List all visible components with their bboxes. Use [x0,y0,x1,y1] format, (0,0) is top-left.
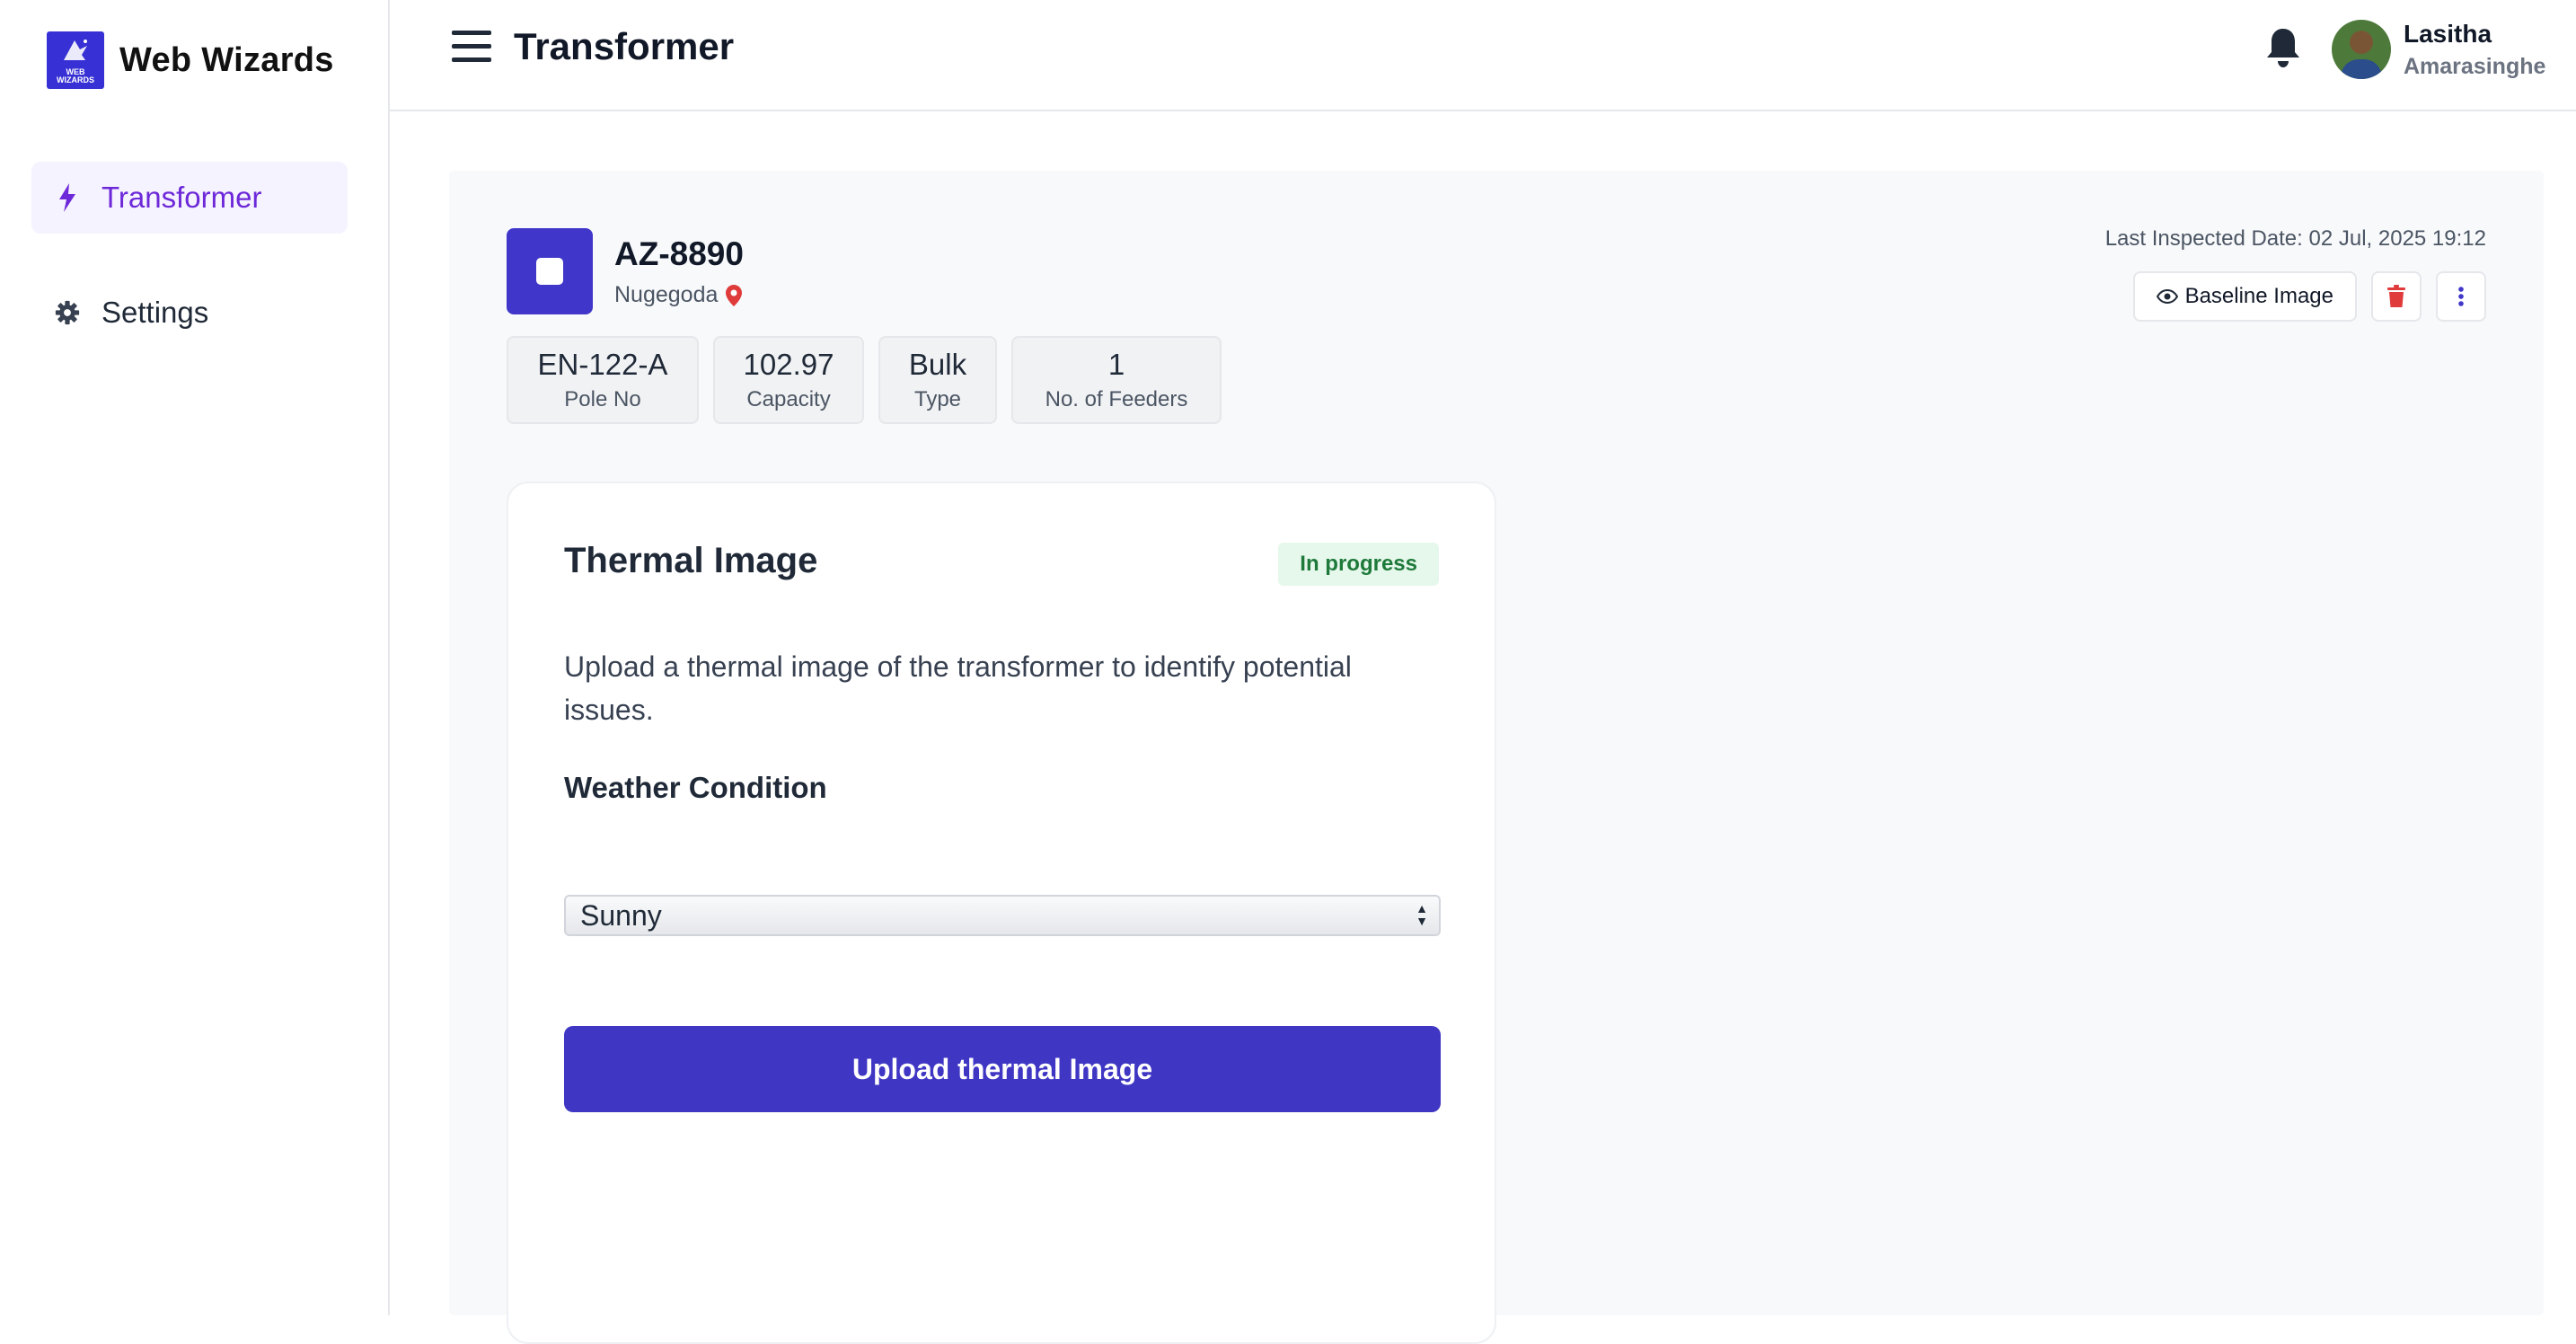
location-text: Nugegoda [614,282,719,307]
upload-thermal-image-button[interactable]: Upload thermal Image [564,1026,1441,1112]
delete-button[interactable] [2371,271,2422,322]
page-title: Transformer [514,25,735,67]
transformer-id: AZ-8890 [614,235,744,272]
stat-label: No. of Feeders [1045,387,1188,411]
map-pin-icon [726,284,743,306]
baseline-image-button[interactable]: Baseline Image [2132,271,2357,322]
stat-value: Bulk [908,348,967,381]
menu-icon[interactable] [452,31,491,66]
last-inspected-date: Last Inspected Date: 02 Jul, 2025 19:12 [2104,226,2486,251]
sidebar-item-transformer[interactable]: Transformer [31,162,348,234]
brand[interactable]: WEB WIZARDS Web Wizards [47,31,334,89]
sidebar: WEB WIZARDS Web Wizards Transformer Sett… [0,0,390,1315]
trash-icon [2387,285,2405,307]
selected-weather: Sunny [580,898,662,932]
weather-condition-label: Weather Condition [564,771,827,804]
sidebar-item-label: Settings [101,296,209,329]
eye-icon [2156,289,2178,304]
weather-condition-select[interactable]: Sunny ▲ ▼ [564,895,1441,936]
stat-label: Capacity [746,387,831,411]
stat-label: Pole No [564,387,641,411]
sidebar-item-settings[interactable]: Settings [31,277,348,349]
card-title: Thermal Image [564,541,818,580]
sidebar-item-label: Transformer [101,181,262,214]
transformer-location: Nugegoda [614,282,743,308]
kebab-menu-icon [2458,287,2464,306]
stat-pole-no: EN-122-A Pole No [507,336,699,424]
stat-label: Type [913,387,962,411]
stat-value: 102.97 [743,348,834,381]
card-description: Upload a thermal image of the transforme… [564,650,1352,726]
transformer-stats: EN-122-A Pole No 102.97 Capacity Bulk Ty… [507,336,1222,424]
stat-feeders: 1 No. of Feeders [1011,336,1222,424]
transformer-actions: Baseline Image [2132,271,2486,322]
select-arrows-icon: ▲ ▼ [1416,901,1428,928]
gear-icon [55,297,80,328]
bolt-icon [55,182,80,213]
brand-logo-text: WEB WIZARDS [57,67,94,84]
top-header: Transformer Lasitha Amarasinghe [390,0,2576,111]
brand-name: Web Wizards [119,40,334,79]
bell-icon[interactable] [2265,27,2301,73]
stat-capacity: 102.97 Capacity [713,336,864,424]
main-content: AZ-8890 Nugegoda EN-122-A Pole No 102.97… [449,171,2544,1344]
thermal-image-card: Thermal Image In progress Upload a therm… [507,482,1496,1344]
more-options-button[interactable] [2436,271,2486,322]
wizard-icon [64,40,87,60]
status-badge: In progress [1278,543,1439,586]
stat-type: Bulk Type [878,336,997,424]
avatar[interactable] [2332,20,2391,79]
stat-value: 1 [1107,348,1125,381]
transformer-icon [507,228,593,314]
user-first-name: Lasitha [2404,20,2492,48]
brand-logo: WEB WIZARDS [47,31,104,89]
user-last-name: Amarasinghe [2404,54,2546,79]
baseline-image-label: Baseline Image [2184,284,2333,308]
stat-value: EN-122-A [537,348,668,381]
